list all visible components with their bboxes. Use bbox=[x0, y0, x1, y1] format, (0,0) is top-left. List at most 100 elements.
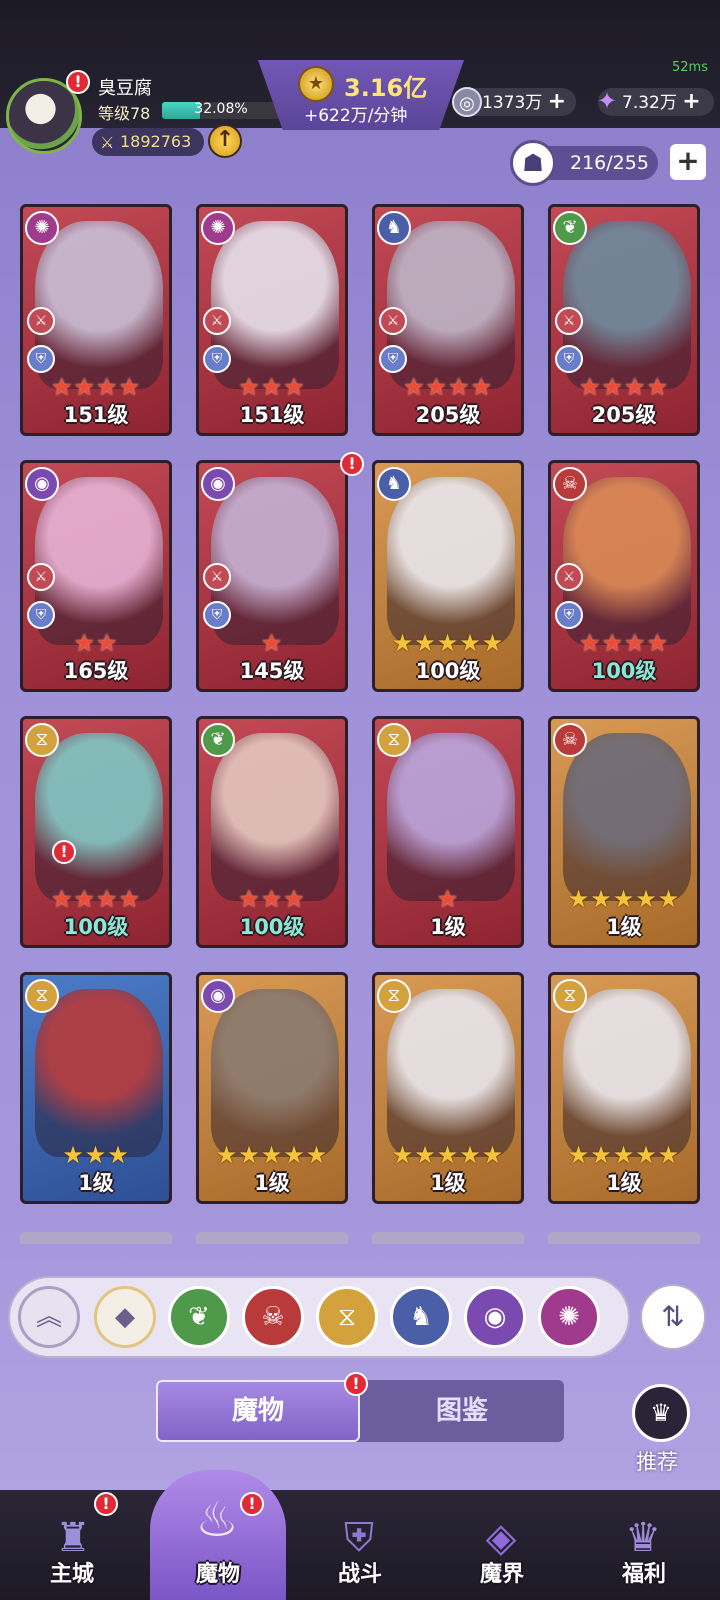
power-up-button[interactable]: ↑ bbox=[208, 124, 242, 158]
hourglass-faction-icon: ⧖ bbox=[377, 979, 411, 1013]
monster-level: 1级 bbox=[606, 1171, 642, 1195]
monster-portrait bbox=[387, 477, 515, 645]
next-row-peek bbox=[18, 1232, 708, 1244]
star-rating: ★★★ bbox=[62, 1141, 130, 1169]
monster-card[interactable]: ♞ ⚔ ⛨ ★★★★ 205级 bbox=[372, 204, 524, 436]
star-rating: ★★★★ bbox=[402, 373, 494, 401]
sword-icon: ⚔ bbox=[100, 133, 115, 152]
attack-role-icon: ⚔ bbox=[27, 307, 55, 335]
add-silver-icon[interactable]: + bbox=[548, 89, 566, 114]
monster-card[interactable]: ☠ ⚔ ⛨ ★★★★ 100级 bbox=[548, 460, 700, 692]
monster-card[interactable]: ◉ ⚔ ⛨ ★ 145级 bbox=[196, 460, 348, 692]
nav-welfare[interactable]: 福利 bbox=[594, 1556, 694, 1588]
leaf-faction-icon: ❦ bbox=[553, 211, 587, 245]
attack-role-icon: ⚔ bbox=[203, 563, 231, 591]
monster-card[interactable]: ◉ ⚔ ⛨ ★★ 165级 bbox=[20, 460, 172, 692]
monster-card[interactable]: ❦ ★★★ 100级 bbox=[196, 716, 348, 948]
monster-level: 151级 bbox=[63, 403, 129, 427]
monster-portrait bbox=[563, 221, 691, 389]
monster-storage-icon: ☗ bbox=[510, 140, 556, 186]
gold-amount: 3.16亿 bbox=[344, 74, 428, 102]
defense-role-icon: ⛨ bbox=[27, 345, 55, 373]
monster-portrait bbox=[563, 477, 691, 645]
nav-battle[interactable]: 战斗 bbox=[310, 1556, 410, 1588]
monster-level: 100级 bbox=[239, 915, 305, 939]
star-rating: ★★★ bbox=[238, 373, 306, 401]
monster-card[interactable]: ❦ ⚔ ⛨ ★★★★ 205级 bbox=[548, 204, 700, 436]
player-level: 等级78 bbox=[98, 104, 151, 123]
star-rating: ★ bbox=[260, 629, 284, 657]
monster-portrait bbox=[563, 989, 691, 1157]
nav-demon-realm[interactable]: 魔界 bbox=[452, 1556, 552, 1588]
defense-role-icon: ⛨ bbox=[379, 345, 407, 373]
defense-role-icon: ⛨ bbox=[203, 345, 231, 373]
star-rating: ★★★★★ bbox=[215, 1141, 329, 1169]
nav-main-city[interactable]: 主城 bbox=[22, 1556, 122, 1588]
all-factions-icon[interactable]: ◆ bbox=[94, 1286, 156, 1348]
monster-card[interactable]: ⧖ ★★★★★ 1级 bbox=[372, 972, 524, 1204]
sort-button[interactable]: ⇅ bbox=[640, 1284, 706, 1350]
card-alert-icon: ! bbox=[52, 840, 76, 864]
attack-role-icon: ⚔ bbox=[555, 307, 583, 335]
star-rating: ★★★ bbox=[238, 885, 306, 913]
demon-faction-icon[interactable]: ☠ bbox=[242, 1286, 304, 1348]
monster-portrait bbox=[35, 477, 163, 645]
star-rating: ★★★★★ bbox=[391, 629, 505, 657]
monster-portrait bbox=[563, 733, 691, 901]
xp-percent: 32.08% bbox=[194, 101, 248, 117]
eye-faction-icon: ◉ bbox=[201, 979, 235, 1013]
attack-role-icon: ⚔ bbox=[203, 307, 231, 335]
recommend-label[interactable]: 推荐 bbox=[636, 1446, 678, 1476]
monster-card[interactable]: ✺ ⚔ ⛨ ★★★ 151级 bbox=[196, 204, 348, 436]
monster-card[interactable]: ◉ ★★★★★ 1级 bbox=[196, 972, 348, 1204]
wolf-faction-icon: ♞ bbox=[377, 467, 411, 501]
demon-faction-icon: ☠ bbox=[553, 467, 587, 501]
wind-faction-icon[interactable]: ✺ bbox=[538, 1286, 600, 1348]
attack-role-icon: ⚔ bbox=[27, 563, 55, 591]
monster-card[interactable]: ✺ ⚔ ⛨ ★★★★ 151级 bbox=[20, 204, 172, 436]
monster-level: 1级 bbox=[430, 1171, 466, 1195]
monster-card[interactable]: ⧖ ★★★ 1级 bbox=[20, 972, 172, 1204]
monster-level: 205级 bbox=[591, 403, 657, 427]
hourglass-faction-icon: ⧖ bbox=[553, 979, 587, 1013]
monster-level: 1级 bbox=[430, 915, 466, 939]
monster-portrait bbox=[35, 733, 163, 901]
expand-capacity-button[interactable]: + bbox=[670, 144, 706, 180]
monster-card[interactable]: ♞ ★★★★★ 100级 bbox=[372, 460, 524, 692]
wolf-faction-icon: ♞ bbox=[377, 211, 411, 245]
monster-portrait bbox=[211, 221, 339, 389]
silver-amount: 1373万 bbox=[482, 93, 543, 113]
avatar-alert-icon: ! bbox=[66, 70, 90, 94]
monster-level: 100级 bbox=[591, 659, 657, 683]
recommend-icon[interactable]: ♛ bbox=[632, 1384, 690, 1442]
monster-card[interactable]: ⧖ ★★★★★ 1级 bbox=[548, 972, 700, 1204]
star-rating: ★★★★★ bbox=[391, 1141, 505, 1169]
add-crystal-icon[interactable]: + bbox=[682, 89, 700, 114]
monster-level: 1级 bbox=[606, 915, 642, 939]
star-rating: ★★★★ bbox=[578, 629, 670, 657]
castle-alert-icon: ! bbox=[94, 1492, 118, 1516]
defense-role-icon: ⛨ bbox=[555, 601, 583, 629]
star-rating: ★★ bbox=[73, 629, 119, 657]
monster-level: 1级 bbox=[254, 1171, 290, 1195]
demon-faction-icon: ☠ bbox=[553, 723, 587, 757]
monster-card[interactable]: ☠ ★★★★★ 1级 bbox=[548, 716, 700, 948]
monster-portrait bbox=[387, 989, 515, 1157]
hourglass-faction-icon: ⧖ bbox=[25, 979, 59, 1013]
leaf-faction-icon[interactable]: ❦ bbox=[168, 1286, 230, 1348]
tab-codex[interactable]: 图鉴 bbox=[362, 1380, 562, 1442]
eye-faction-icon[interactable]: ◉ bbox=[464, 1286, 526, 1348]
star-rating: ★★★★ bbox=[50, 373, 142, 401]
silver-coin-icon: ◎ bbox=[452, 87, 482, 117]
collapse-up-icon[interactable]: ︽ bbox=[18, 1286, 80, 1348]
ping-indicator: 52ms bbox=[672, 60, 708, 75]
eye-faction-icon: ◉ bbox=[201, 467, 235, 501]
attack-role-icon: ⚔ bbox=[379, 307, 407, 335]
monster-card[interactable]: ⧖ ★★★★ 100级 bbox=[20, 716, 172, 948]
wolf-faction-icon[interactable]: ♞ bbox=[390, 1286, 452, 1348]
nav-monsters[interactable]: 魔物 bbox=[168, 1556, 268, 1588]
hourglass-faction-icon[interactable]: ⧖ bbox=[316, 1286, 378, 1348]
hourglass-faction-icon: ⧖ bbox=[25, 723, 59, 757]
tab-monsters[interactable]: 魔物 bbox=[156, 1380, 360, 1442]
monster-card[interactable]: ⧖ ★ 1级 bbox=[372, 716, 524, 948]
